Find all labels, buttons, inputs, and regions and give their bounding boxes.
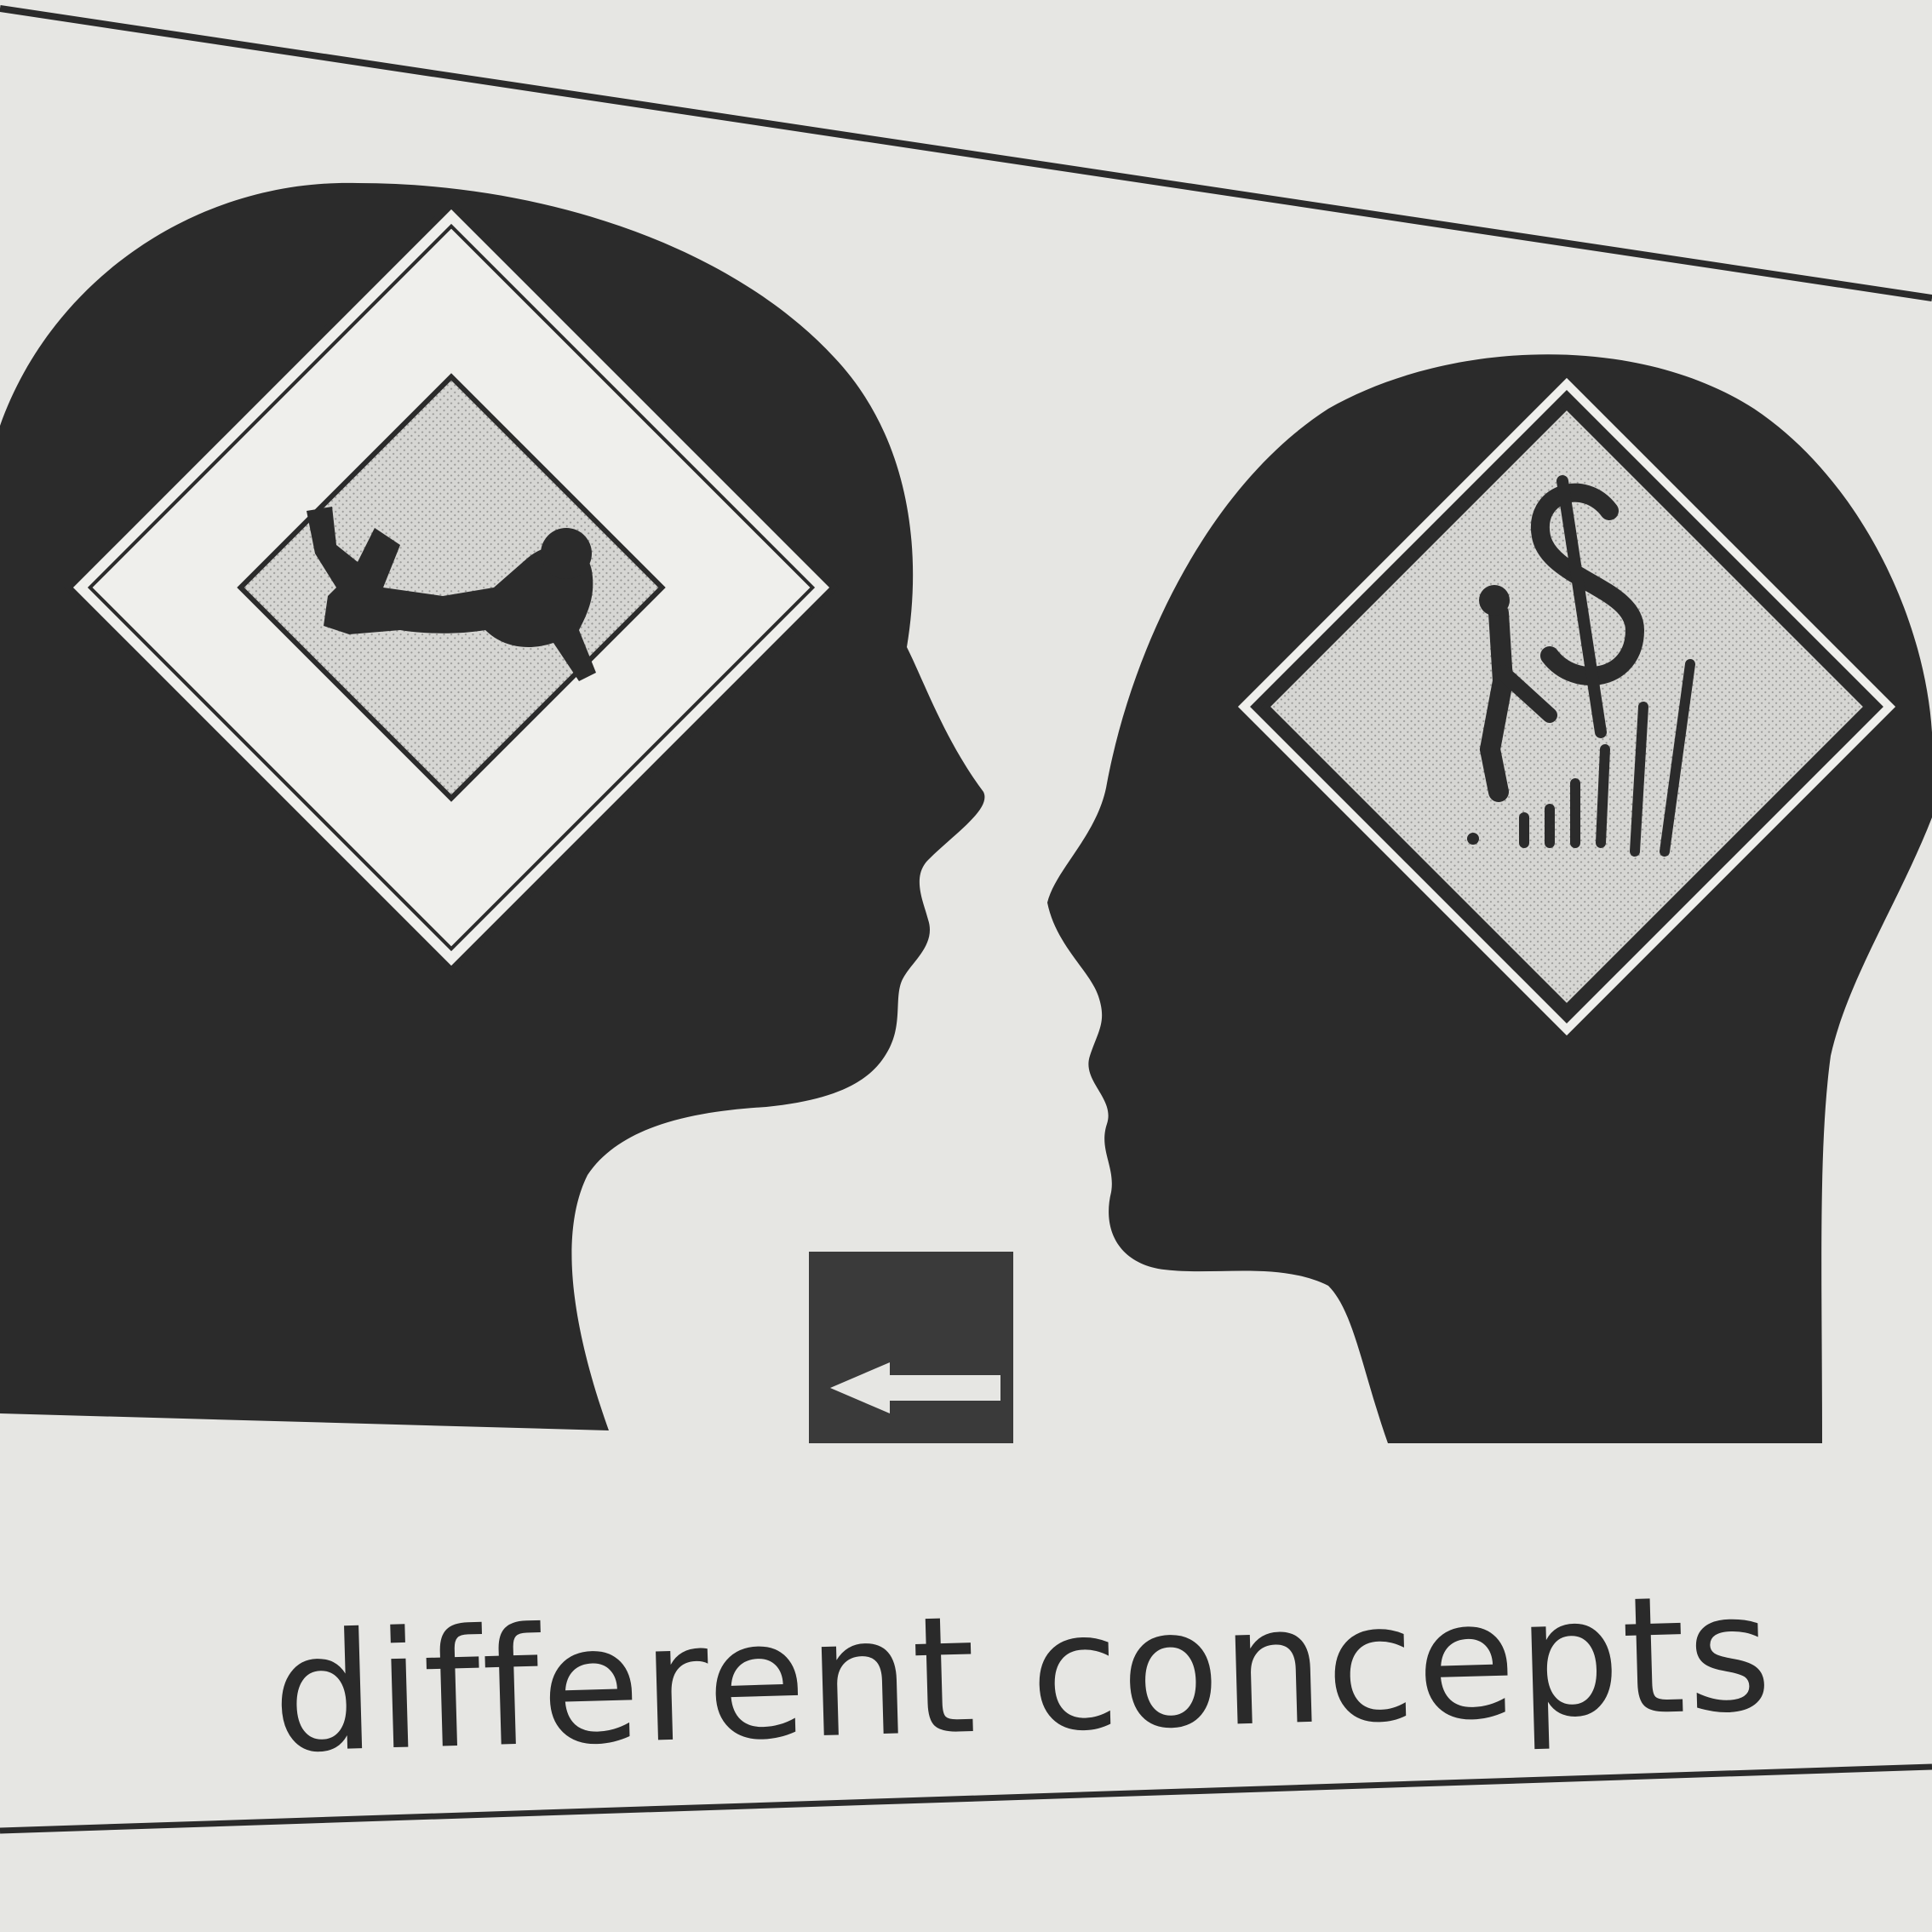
center-box [809,1252,1013,1443]
